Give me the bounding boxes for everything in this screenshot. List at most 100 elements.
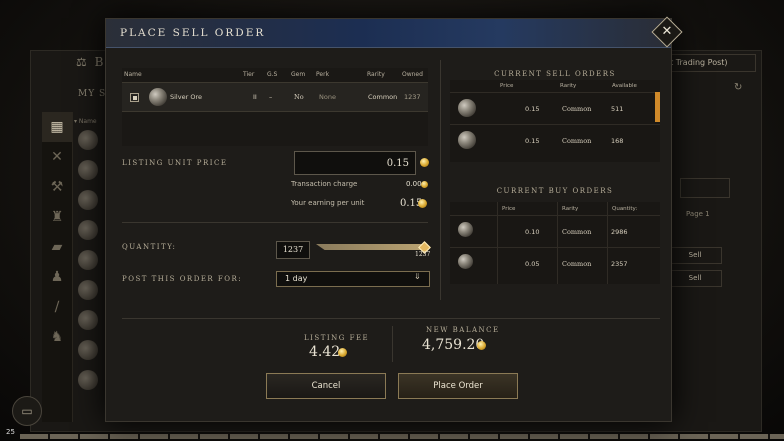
quantity-input[interactable]: 1237 [276, 241, 310, 259]
materials-icon[interactable]: ▰ [42, 232, 72, 262]
listing-unit-price-value: 0.15 [386, 158, 409, 169]
new-balance-label: NEW BALANCE [426, 326, 500, 334]
page-indicator: Page 1 [686, 210, 710, 218]
sell-orders-scrollbar[interactable] [655, 92, 660, 122]
list-item [78, 250, 98, 270]
vertical-divider [440, 60, 441, 300]
row-checkbox[interactable] [130, 93, 139, 102]
chat-icon[interactable]: ▭ [12, 396, 42, 426]
col-header-rarity: Rarity [367, 71, 385, 78]
sell-col-rarity: Rarity [560, 83, 577, 89]
col-header-gem: Gem [291, 71, 306, 78]
background-search-input[interactable] [680, 178, 730, 198]
sell-col-available: Available [612, 83, 637, 89]
tools-icon[interactable]: ⚒ [42, 172, 72, 202]
list-item [78, 190, 98, 210]
refresh-icon[interactable]: ↻ [734, 82, 742, 93]
close-icon[interactable]: ✕ [656, 21, 678, 43]
post-duration-select[interactable]: 1 day [276, 271, 430, 287]
consumables-icon[interactable]: ♟ [42, 262, 72, 292]
armor-icon[interactable]: ♜ [42, 202, 72, 232]
furniture-icon[interactable]: ♞ [42, 322, 72, 352]
coin-icon [420, 158, 429, 167]
buy-order-price: 0.10 [525, 228, 540, 236]
transaction-charge-label: Transaction charge [291, 180, 358, 188]
buy-order-rarity: Common [562, 228, 592, 236]
sell-order-available: 511 [611, 105, 624, 113]
col-header-tier: Tier [243, 71, 255, 78]
buy-col-price: Price [502, 206, 516, 212]
listing-unit-price-label: LISTING UNIT PRICE [122, 159, 228, 167]
sell-order-available: 168 [611, 137, 624, 145]
quantity-slider[interactable] [316, 244, 424, 250]
listing-fee-value: 4.42 [309, 344, 341, 360]
list-item [78, 280, 98, 300]
dialog-header: PLACE SELL ORDER [106, 19, 671, 48]
item-gs: – [269, 93, 273, 101]
divider [122, 222, 428, 223]
place-order-button[interactable]: Place Order [398, 373, 518, 399]
sell-col-price: Price [500, 83, 514, 89]
item-tier: II [253, 93, 257, 101]
item-perk: None [319, 93, 336, 101]
new-balance-value: 4,759.20 [422, 337, 485, 353]
items-column-header: ▾ Name [74, 118, 97, 125]
earning-per-unit-label: Your earning per unit [291, 199, 365, 207]
silver-ore-icon [458, 131, 476, 149]
silver-ore-icon [149, 88, 167, 106]
buy-order-quantity: 2357 [611, 260, 628, 268]
weapons-icon[interactable]: ✕ [42, 142, 72, 172]
quantity-label: QUANTITY: [122, 243, 177, 251]
list-item [78, 220, 98, 240]
quantity-max-label: 1237 [415, 251, 431, 258]
col-header-gs: G.S [267, 71, 278, 78]
dialog-title: PLACE SELL ORDER [120, 27, 266, 39]
cancel-button[interactable]: Cancel [266, 373, 386, 399]
coin-icon [418, 199, 427, 208]
table-row[interactable]: Silver Ore II – No None Common 1237 [122, 82, 428, 112]
list-item [78, 130, 98, 150]
sell-orders-title: CURRENT SELL ORDERS [494, 70, 616, 78]
listing-fee-label: LISTING FEE [304, 334, 370, 342]
buy-orders-title: CURRENT BUY ORDERS [496, 187, 614, 195]
item-rarity: Common [368, 93, 398, 101]
list-item [78, 340, 98, 360]
col-header-owned: Owned [402, 71, 423, 78]
sell-order-row[interactable]: 0.15 Common 168 [450, 124, 660, 155]
sell-order-row[interactable]: 0.15 Common 511 [450, 92, 660, 123]
silver-ore-icon [458, 99, 476, 117]
chevron-down-icon[interactable]: ⇓ [414, 272, 421, 281]
background-sell-button[interactable]: Sell [668, 270, 722, 287]
buy-order-row[interactable]: 0.10 Common 2986 [450, 215, 660, 246]
post-duration-label: POST THIS ORDER FOR: [122, 275, 243, 283]
silver-ore-icon [458, 254, 473, 269]
grid-icon[interactable]: ▦ [42, 112, 72, 142]
coin-icon [338, 348, 347, 357]
buy-order-quantity: 2986 [611, 228, 628, 236]
silver-ore-icon [458, 222, 473, 237]
buy-col-quantity: Quantity: [612, 206, 638, 212]
xp-bar [20, 434, 784, 439]
sell-order-price: 0.15 [525, 105, 540, 113]
vertical-divider [392, 326, 393, 362]
sell-order-price: 0.15 [525, 137, 540, 145]
background-item-list [78, 130, 102, 400]
item-owned: 1237 [404, 93, 421, 101]
sell-order-rarity: Common [562, 105, 592, 113]
item-table: Name Tier G.S Gem Perk Rarity Owned Silv… [122, 68, 428, 146]
list-item [78, 310, 98, 330]
buy-order-price: 0.05 [525, 260, 540, 268]
category-sidebar: ▦ ✕ ⚒ ♜ ▰ ♟ ∕ ♞ [42, 112, 73, 422]
buy-order-row[interactable]: 0.05 Common 2357 [450, 247, 660, 278]
col-header-name: Name [124, 71, 142, 78]
ammo-icon[interactable]: ∕ [42, 292, 72, 322]
level-indicator: 25 [6, 428, 15, 436]
background-sell-button[interactable]: Sell [668, 247, 722, 264]
coin-icon [421, 181, 428, 188]
listing-unit-price-input[interactable]: 0.15 [294, 151, 416, 175]
sell-order-rarity: Common [562, 137, 592, 145]
transaction-charge-value: 0.00 [406, 180, 422, 188]
item-gem: No [294, 93, 304, 101]
col-header-perk: Perk [316, 71, 330, 78]
list-item [78, 160, 98, 180]
